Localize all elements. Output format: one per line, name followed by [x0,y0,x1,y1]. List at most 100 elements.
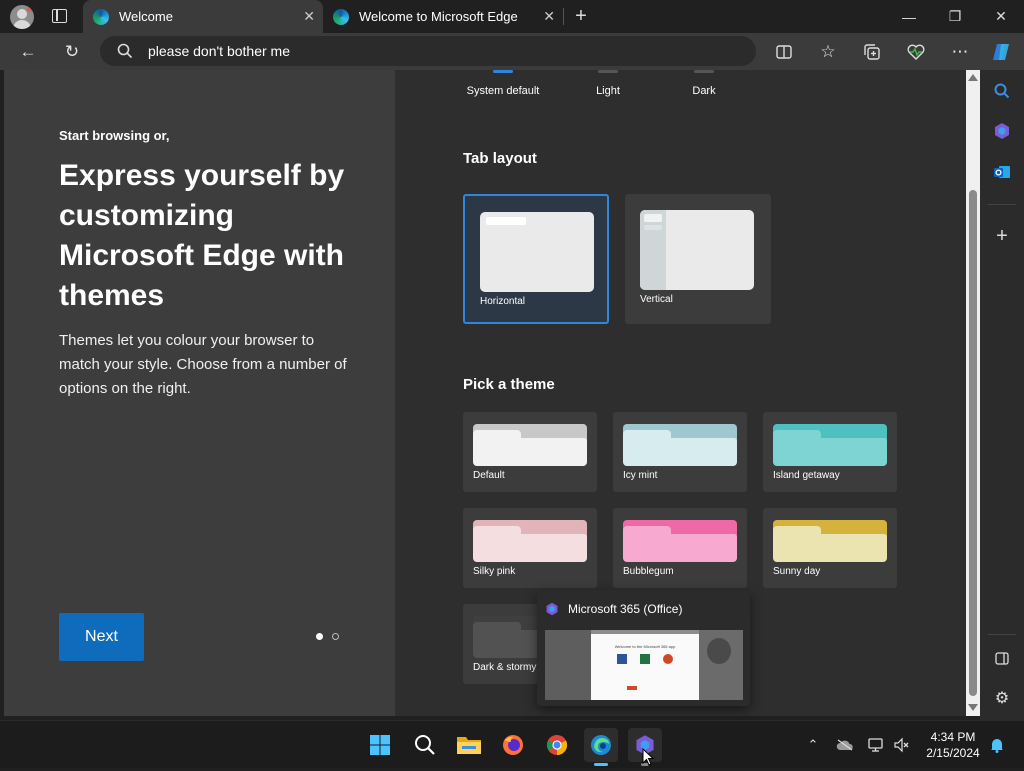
appearance-option-indicator [493,70,513,73]
theme-card-default[interactable]: Default [463,412,597,492]
vertical-preview [640,210,754,290]
appearance-light[interactable]: Light [563,85,653,97]
copilot-icon[interactable] [987,37,1017,67]
page-content: Start browsing or, Express yourself by c… [4,70,966,716]
refresh-button[interactable]: ↻ [57,37,87,67]
theme-card-silky-pink[interactable]: Silky pink [463,508,597,588]
layout-label: Vertical [640,294,673,305]
settings-icon[interactable]: ⚙ [988,684,1016,712]
tab-layout-horizontal[interactable]: Horizontal [463,194,609,324]
browser-essentials-icon[interactable] [901,37,931,67]
profile-avatar[interactable] [10,5,34,29]
taskbar-clock[interactable]: 4:34 PM 2/15/2024 [920,729,986,761]
show-hidden-icons-icon[interactable]: ⌃ [803,735,823,755]
edge-icon [93,8,109,25]
network-icon[interactable] [866,735,886,755]
theme-card-icy-mint[interactable]: Icy mint [613,412,747,492]
page-scrollbar[interactable] [966,70,980,716]
more-icon[interactable]: ⋯ [945,37,975,67]
tab-actions-icon[interactable] [52,9,67,23]
search-icon[interactable] [408,728,442,762]
favorites-icon[interactable]: ☆ [813,37,843,67]
close-tab-icon[interactable]: ✕ [543,8,555,25]
tab-welcome-to-edge[interactable]: Welcome to Microsoft Edge ✕ [323,0,563,33]
intro-text: Start browsing or, [59,128,170,143]
theme-label: Icy mint [623,470,658,481]
welcome-left-pane: Start browsing or, Express yourself by c… [4,70,395,716]
search-icon[interactable] [988,77,1016,105]
edge-icon [333,8,349,25]
onedrive-icon[interactable] [835,735,855,755]
scroll-down-arrow[interactable] [968,704,978,711]
microsoft-365-icon [545,602,559,621]
edge-sidebar: + ⚙ [980,70,1024,720]
appearance-system-default[interactable]: System default [458,85,548,97]
outlook-icon[interactable] [988,158,1016,186]
collections-icon[interactable] [857,37,887,67]
theme-label: Dark & stormy [473,662,537,673]
windows-taskbar: ⌃ 4:34 PM 2/15/2024 [0,720,1024,768]
edge-icon[interactable] [584,728,618,766]
next-button[interactable]: Next [59,613,144,661]
taskbar-preview-popup[interactable]: Microsoft 365 (Office) Welcome to the Mi… [537,590,750,706]
theme-label: Bubblegum [623,566,674,577]
minimize-button[interactable]: — [886,0,932,33]
theme-card-sunny-day[interactable]: Sunny day [763,508,897,588]
tab-divider [563,8,564,25]
navigation-toolbar: ← ↻ please don't bother me ☆ ⋯ [0,33,1024,70]
pick-theme-heading: Pick a theme [463,376,555,393]
theme-preview [773,424,887,466]
page-description: Themes let you colour your browser to ma… [59,332,347,397]
clock-date: 2/15/2024 [926,746,980,760]
address-text[interactable]: please don't bother me [148,43,290,59]
tab-strip: Welcome ✕ Welcome to Microsoft Edge ✕ + … [0,0,1024,33]
add-icon[interactable]: + [988,222,1016,250]
appearance-option-indicator [694,70,714,73]
theme-label: Island getaway [773,470,840,481]
address-bar[interactable]: please don't bother me [100,36,756,66]
close-window-button[interactable]: ✕ [978,0,1024,33]
theme-preview [623,520,737,562]
theme-preview [773,520,887,562]
tab-layout-heading: Tab layout [463,150,537,167]
theme-preview [623,424,737,466]
tab-title: Welcome [119,9,173,24]
layout-label: Horizontal [480,296,526,307]
pagination-dot[interactable] [332,633,339,640]
clock-time: 4:34 PM [930,730,976,744]
page-headline: Express yourself by customizing Microsof… [59,159,345,312]
horizontal-preview [480,212,594,292]
copilot-icon[interactable] [988,117,1016,145]
tab-welcome[interactable]: Welcome ✕ [83,0,323,33]
close-tab-icon[interactable]: ✕ [303,8,315,25]
sidebar-divider [988,634,1016,635]
appearance-dark[interactable]: Dark [659,85,749,97]
sidebar-divider [988,204,1016,205]
sidebar-toggle-icon[interactable] [988,644,1016,672]
tab-title: Welcome to Microsoft Edge [359,9,518,24]
theme-card-bubblegum[interactable]: Bubblegum [613,508,747,588]
notifications-bell-icon[interactable] [987,735,1007,755]
theme-label: Sunny day [773,566,821,577]
theme-preview [473,520,587,562]
preview-text: Welcome to the Microsoft 365 app [614,644,676,649]
popup-title: Microsoft 365 (Office) [568,602,683,616]
tab-layout-vertical[interactable]: Vertical [625,194,771,324]
chrome-icon[interactable] [540,728,574,762]
scroll-up-arrow[interactable] [968,74,978,81]
theme-card-island-getaway[interactable]: Island getaway [763,412,897,492]
scroll-thumb[interactable] [969,190,977,696]
file-explorer-icon[interactable] [452,728,486,762]
restore-button[interactable]: ❐ [932,0,978,33]
firefox-icon[interactable] [496,728,530,762]
start-icon[interactable] [363,728,397,762]
search-icon [117,43,133,59]
pagination-dot-active[interactable] [316,633,323,640]
back-button[interactable]: ← [13,37,43,67]
theme-preview [473,424,587,466]
split-screen-icon[interactable] [769,37,799,67]
new-tab-button[interactable]: + [570,5,592,27]
volume-muted-icon[interactable] [892,735,912,755]
appearance-option-indicator [598,70,618,73]
window-thumbnail[interactable]: Welcome to the Microsoft 365 app [545,630,743,700]
